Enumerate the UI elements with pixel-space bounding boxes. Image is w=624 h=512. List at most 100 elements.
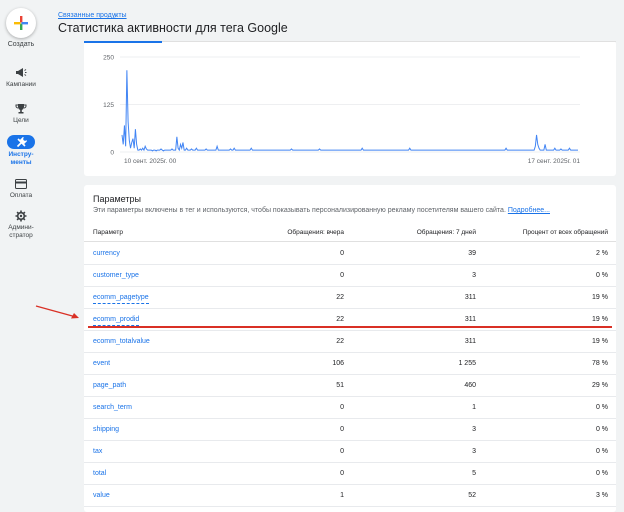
- cell-yesterday: 22: [336, 294, 344, 301]
- table-header: Параметр Обращения: вчера Обращения: 7 д…: [84, 223, 616, 242]
- cell-week: 1: [472, 404, 476, 411]
- parameter-name-link[interactable]: value: [93, 485, 110, 507]
- create-button[interactable]: [6, 8, 36, 38]
- chevron-right-icon: ›: [114, 11, 117, 20]
- sidebar: Создать Кампании Цели Инстру- менты Опла…: [0, 0, 42, 512]
- description-text: Эти параметры включены в тег и использую…: [93, 207, 506, 214]
- parameter-name-link[interactable]: customer_type: [93, 265, 139, 287]
- parameter-name-link[interactable]: page_path: [93, 375, 126, 397]
- annotation-underline: [88, 326, 612, 328]
- parameters-card: Параметры Эти параметры включены в тег и…: [84, 185, 616, 512]
- cell-yesterday: 22: [336, 316, 344, 323]
- cell-percent: 29 %: [592, 382, 608, 389]
- table-row: tax 0 3 0 %: [84, 441, 616, 463]
- column-header-parameter: Параметр: [93, 229, 123, 236]
- table-row: search_term 0 1 0 %: [84, 397, 616, 419]
- cell-week: 3: [472, 272, 476, 279]
- sidebar-item-label: Инстру- менты: [8, 151, 34, 166]
- gear-icon: [8, 209, 34, 222]
- table-row: ecomm_pagetype 22 311 19 %: [84, 287, 616, 309]
- cell-yesterday: 0: [340, 448, 344, 455]
- activity-line-chart: 0 125 250 10 сент. 2025г. 00 17 сент. 2025г.…: [103, 55, 581, 166]
- cell-yesterday: 0: [340, 426, 344, 433]
- activity-chart-card: 0 125 250 10 сент. 2025г. 00 17 сент. 2025г.…: [84, 41, 616, 176]
- sidebar-item-label: Оплата: [9, 192, 33, 199]
- parameter-name-link[interactable]: total: [93, 463, 106, 485]
- parameter-name-link[interactable]: tax: [93, 441, 102, 463]
- sidebar-item-admin[interactable]: Админи- стратор: [0, 209, 42, 240]
- trophy-icon: [8, 102, 34, 115]
- cell-week: 460: [464, 382, 476, 389]
- app-root: Создать Кампании Цели Инстру- менты Опла…: [0, 0, 624, 512]
- cell-percent: 2 %: [595, 250, 608, 257]
- sidebar-item-billing[interactable]: Оплата: [0, 177, 42, 200]
- cell-week: 311: [464, 316, 476, 323]
- column-header-percent: Процент от всех обращений: [522, 229, 608, 236]
- table-row: ecomm_totalvalue 22 311 19 %: [84, 331, 616, 353]
- parameter-name-link[interactable]: search_term: [93, 397, 132, 419]
- sidebar-item-label: Админи- стратор: [8, 224, 34, 239]
- cell-percent: 19 %: [592, 316, 608, 323]
- cell-yesterday: 51: [336, 382, 344, 389]
- column-header-week: Обращения: 7 дней: [416, 229, 476, 236]
- cell-yesterday: 0: [340, 272, 344, 279]
- sidebar-item-tools[interactable]: Инстру- менты: [0, 135, 42, 167]
- parameters-description: Эти параметры включены в тег и использую…: [93, 207, 550, 214]
- cell-yesterday: 22: [336, 338, 344, 345]
- y-tick-label: 125: [103, 102, 114, 109]
- cell-yesterday: 0: [340, 470, 344, 477]
- cell-percent: 78 %: [592, 360, 608, 367]
- cell-percent: 0 %: [595, 470, 608, 477]
- cell-percent: 0 %: [595, 426, 608, 433]
- megaphone-icon: [8, 66, 34, 79]
- page-title: Статистика активности для тега Google: [58, 21, 288, 35]
- credit-card-icon: [8, 177, 34, 190]
- cell-percent: 3 %: [595, 492, 608, 499]
- y-tick-label: 0: [110, 150, 114, 157]
- cell-week: 1 255: [458, 360, 476, 367]
- cell-week: 311: [464, 338, 476, 345]
- table-row: ecomm_prodid 22 311 19 %: [84, 309, 616, 331]
- column-header-yesterday: Обращения: вчера: [287, 229, 344, 236]
- table-row: customer_type 0 3 0 %: [84, 265, 616, 287]
- cell-week: 39: [468, 250, 476, 257]
- sidebar-item-label: Кампании: [6, 81, 36, 88]
- cell-yesterday: 0: [340, 404, 344, 411]
- sidebar-item-campaigns[interactable]: Кампании: [0, 66, 42, 89]
- table-row: event 106 1 255 78 %: [84, 353, 616, 375]
- sidebar-item-goals[interactable]: Цели: [0, 102, 42, 125]
- cell-week: 52: [468, 492, 476, 499]
- parameters-title: Параметры: [93, 194, 141, 204]
- cell-week: 3: [472, 448, 476, 455]
- table-row: currency 0 39 2 %: [84, 243, 616, 265]
- cell-percent: 19 %: [592, 294, 608, 301]
- table-row: page_path 51 460 29 %: [84, 375, 616, 397]
- sidebar-item-label: Цели: [13, 117, 29, 124]
- cell-week: 5: [472, 470, 476, 477]
- cell-week: 311: [464, 294, 476, 301]
- parameter-name-link[interactable]: ecomm_totalvalue: [93, 331, 150, 353]
- cell-percent: 0 %: [595, 448, 608, 455]
- cell-percent: 0 %: [595, 272, 608, 279]
- series-line: [121, 70, 578, 152]
- table-row: total 0 5 0 %: [84, 463, 616, 485]
- cell-week: 3: [472, 426, 476, 433]
- table-row: shipping 0 3 0 %: [84, 419, 616, 441]
- cell-percent: 19 %: [592, 338, 608, 345]
- table-row: value 1 52 3 %: [84, 485, 616, 507]
- parameter-name-link[interactable]: ecomm_pagetype: [93, 293, 149, 304]
- create-label: Создать: [7, 41, 35, 48]
- cell-yesterday: 0: [340, 250, 344, 257]
- tools-icon: [7, 135, 35, 149]
- parameter-name-link[interactable]: shipping: [93, 419, 119, 441]
- cell-percent: 0 %: [595, 404, 608, 411]
- parameter-name-link[interactable]: event: [93, 353, 110, 375]
- cell-yesterday: 1: [340, 492, 344, 499]
- x-tick-label: 10 сент. 2025г. 00: [124, 158, 177, 165]
- parameter-name-link[interactable]: ecomm_prodid: [93, 315, 140, 326]
- parameter-name-link[interactable]: currency: [93, 243, 120, 265]
- x-tick-label: 17 сент. 2025г. 01: [528, 158, 581, 165]
- learn-more-link[interactable]: Подробнее...: [508, 207, 550, 214]
- cell-yesterday: 106: [332, 360, 344, 367]
- y-tick-label: 250: [103, 55, 114, 62]
